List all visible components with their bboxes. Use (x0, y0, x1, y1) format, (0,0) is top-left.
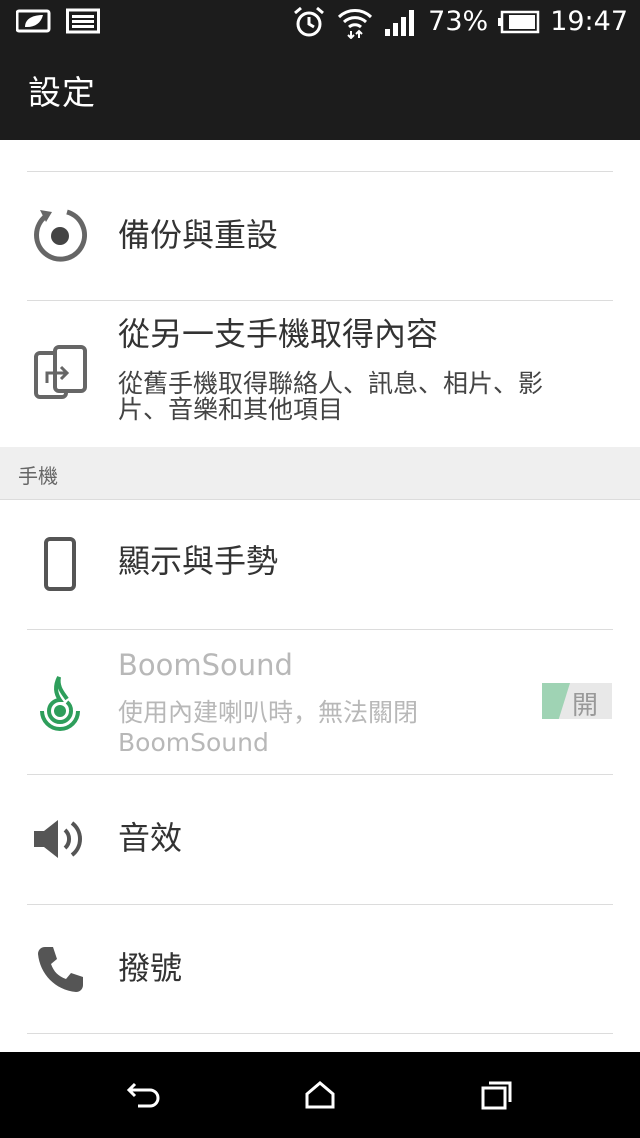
battery-icon (498, 10, 540, 34)
leaf-battery-saver-icon (16, 9, 51, 33)
back-button[interactable] (118, 1072, 168, 1118)
list-item-subtitle: 片、音樂和其他項目 (118, 395, 344, 424)
divider (27, 1033, 613, 1034)
list-item-subtitle: 使用內建喇叭時，無法關閉 (118, 698, 419, 727)
clock: 19:47 (550, 6, 628, 37)
signal-icon (385, 10, 415, 36)
list-item-label: 備份與重設 (118, 216, 279, 254)
alarm-icon (294, 6, 325, 37)
phone-handset-icon (30, 939, 90, 999)
phone-transfer-icon (30, 344, 90, 404)
list-item-sound[interactable]: 音效 (0, 775, 640, 904)
navigation-bar (0, 1052, 640, 1138)
status-bar: 73% 19:47 (0, 0, 640, 44)
section-header-label: 手機 (18, 464, 58, 488)
phone-icon (30, 534, 90, 594)
page-title: 設定 (28, 73, 96, 112)
action-bar: 設定 (0, 44, 640, 140)
list-item-label: 撥號 (118, 949, 183, 987)
backup-restore-icon (30, 204, 90, 264)
home-icon (305, 1081, 335, 1109)
list-item-label: 從另一支手機取得內容 (118, 315, 439, 353)
list-item-subtitle: BoomSound (118, 728, 269, 757)
boomsound-icon (30, 672, 90, 732)
list-item-transfer[interactable]: 從另一支手機取得內容 從舊手機取得聯絡人、訊息、相片、影 片、音樂和其他項目 (0, 301, 640, 447)
list-item-subtitle: 從舊手機取得聯絡人、訊息、相片、影 (118, 369, 544, 398)
speaker-icon (30, 809, 90, 869)
list-item-label: 音效 (118, 819, 183, 857)
boomsound-toggle[interactable]: 開 (542, 683, 612, 721)
recent-apps-button[interactable] (472, 1072, 522, 1118)
home-button[interactable] (295, 1072, 345, 1118)
battery-percent: 73% (428, 6, 489, 37)
recent-apps-icon (481, 1081, 512, 1110)
list-item-dial[interactable]: 撥號 (0, 905, 640, 1034)
settings-list[interactable]: 備份與重設 從另一支手機取得內容 從舊手機取得聯絡人、訊息、相片、影 片、音樂和… (0, 140, 640, 1052)
list-item-label: BoomSound (118, 648, 293, 682)
back-icon (126, 1082, 160, 1108)
section-header-phone: 手機 (0, 447, 640, 500)
list-item-backup[interactable]: 備份與重設 (0, 172, 640, 300)
image-notification-icon (66, 8, 100, 34)
toggle-indicator (542, 683, 570, 719)
toggle-label: 開 (572, 691, 599, 721)
wifi-icon (338, 9, 373, 39)
list-item-label: 顯示與手勢 (118, 542, 279, 580)
list-item-display[interactable]: 顯示與手勢 (0, 500, 640, 629)
